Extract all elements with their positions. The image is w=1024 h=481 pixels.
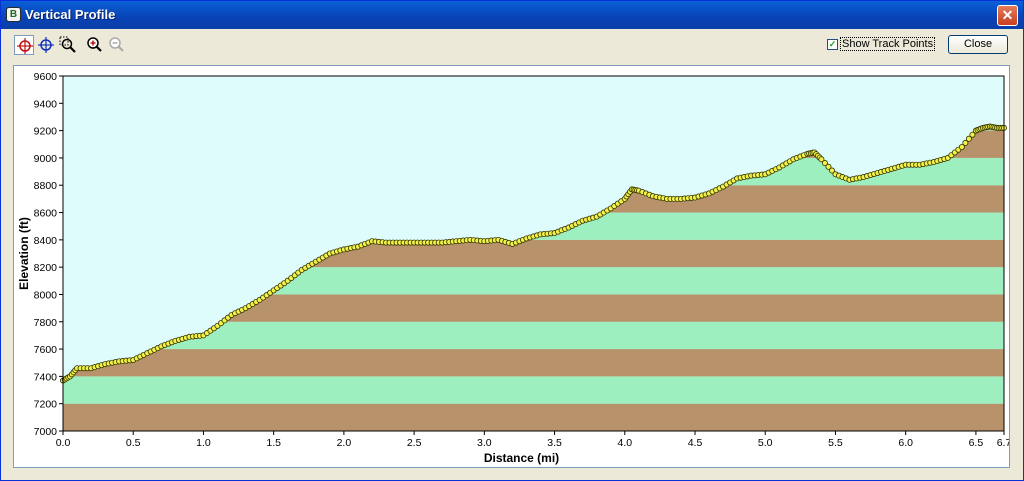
zoom-area-tool-button[interactable] <box>58 35 78 55</box>
y-tick-label: 7600 <box>34 344 58 356</box>
y-tick-label: 9200 <box>34 126 58 138</box>
y-tick-label: 8200 <box>34 262 58 274</box>
y-tick-label: 7200 <box>34 399 58 411</box>
zoom-out-tool-button[interactable] <box>107 35 127 55</box>
title-bar[interactable]: B Vertical Profile ✕ <box>1 1 1023 29</box>
toolbar: ✓ Show Track Points Close <box>1 29 1023 59</box>
y-tick-label: 8400 <box>34 235 58 247</box>
select-point-icon <box>17 38 33 54</box>
y-tick-label: 7400 <box>34 371 58 383</box>
elevation-profile-chart[interactable]: 7000 7200 7400 7600 7800 8000 8200 8400 8600 8800… <box>14 66 1009 467</box>
x-tick-label: 1.0 <box>196 437 211 449</box>
x-tick-label: 3.0 <box>477 437 492 449</box>
x-tick-label: 4.0 <box>617 437 632 449</box>
pan-crosshair-tool-button[interactable] <box>36 35 56 55</box>
elevation-profile-panel: 7000 7200 7400 7600 7800 8000 8200 8400 8600 8800… <box>13 65 1010 468</box>
x-tick-label: 4.5 <box>688 437 703 449</box>
show-track-points-checkbox[interactable]: ✓ <box>827 39 838 50</box>
close-button[interactable]: Close <box>948 35 1008 54</box>
y-tick-label: 7800 <box>34 317 58 329</box>
x-tick-label: 6.5 <box>969 437 984 449</box>
x-tick-label: 2.0 <box>337 437 352 449</box>
pan-crosshair-icon <box>38 37 54 53</box>
zoom-in-icon <box>87 37 102 52</box>
x-tick-label: 6.0 <box>898 437 913 449</box>
y-tick-label: 9400 <box>34 98 58 110</box>
y-tick-label: 7000 <box>34 426 58 438</box>
select-point-tool-button[interactable] <box>14 35 34 55</box>
elevation-band <box>63 349 1004 377</box>
y-tick-label: 9000 <box>34 153 58 165</box>
zoom-out-icon <box>109 37 124 52</box>
x-tick-label: 5.5 <box>828 437 843 449</box>
x-tick-label: 0.0 <box>56 437 71 449</box>
elevation-band <box>63 376 1004 404</box>
zoom-area-icon <box>59 36 76 53</box>
x-tick-label: 6.7 <box>997 437 1009 449</box>
x-tick-label: 3.5 <box>547 437 562 449</box>
y-axis-label: Elevation (ft) <box>17 217 31 290</box>
x-tick-label: 2.5 <box>407 437 422 449</box>
zoom-in-tool-button[interactable] <box>85 35 105 55</box>
y-tick-label: 8800 <box>34 180 58 192</box>
y-tick-label: 8600 <box>34 208 58 220</box>
elevation-band <box>63 403 1004 431</box>
y-tick-label: 8000 <box>34 289 58 301</box>
window-title: Vertical Profile <box>25 7 116 22</box>
vertical-profile-window: B Vertical Profile ✕ ✓ Show Track Points… <box>0 0 1024 481</box>
x-tick-label: 1.5 <box>266 437 281 449</box>
x-axis-label: Distance (mi) <box>484 451 559 465</box>
y-tick-label: 9600 <box>34 71 58 83</box>
window-close-button[interactable]: ✕ <box>997 5 1018 26</box>
trail-app-icon: B <box>6 7 21 22</box>
x-tick-label: 0.5 <box>126 437 141 449</box>
x-tick-label: 5.0 <box>758 437 773 449</box>
show-track-points-label[interactable]: Show Track Points <box>840 37 936 51</box>
